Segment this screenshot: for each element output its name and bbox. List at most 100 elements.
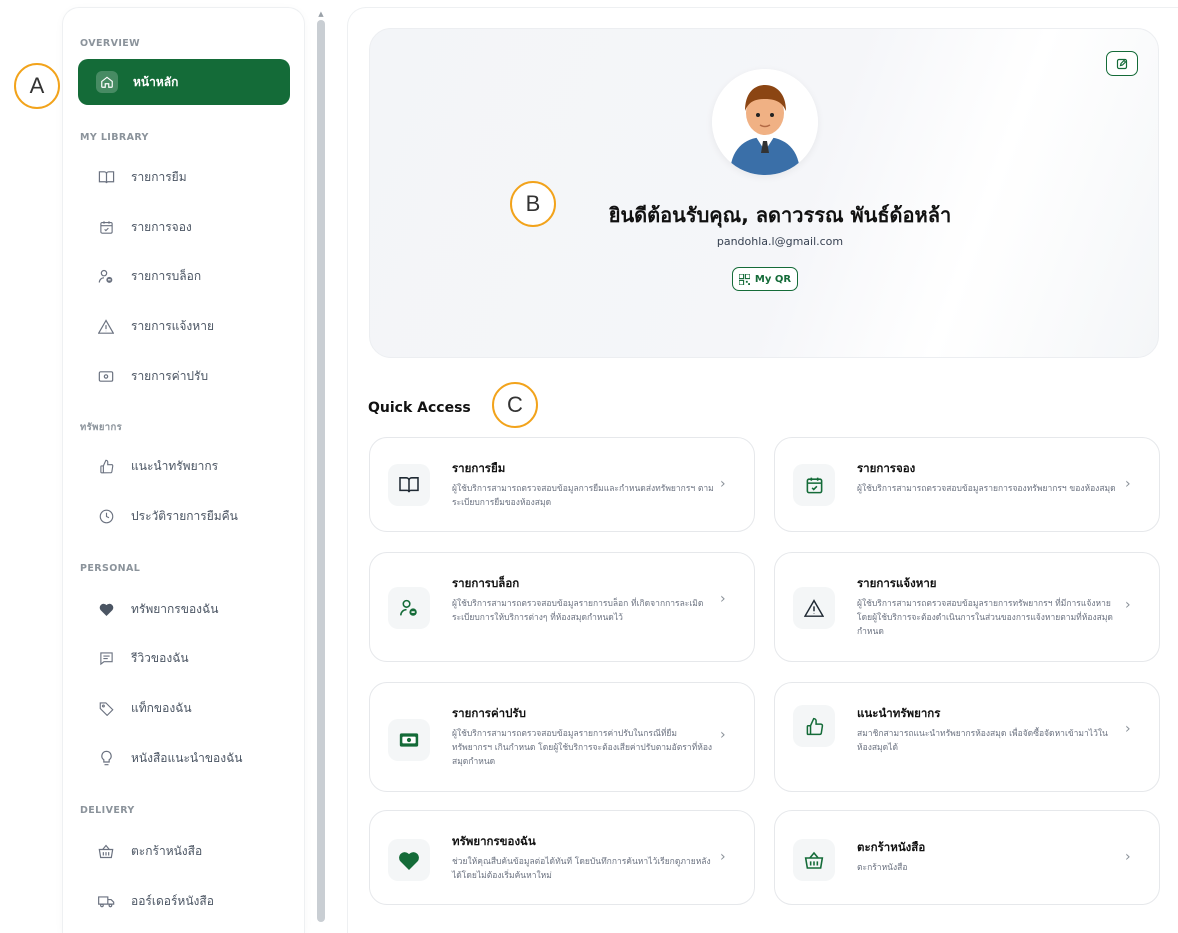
quick-card-fine[interactable]: รายการค่าปรับ ผู้ใช้บริการสามารถตรวจสอบข…: [369, 682, 755, 792]
sidebar-item-orders[interactable]: ออร์เดอร์หนังสือ: [78, 878, 290, 924]
card-title: ตะกร้าหนังสือ: [857, 840, 926, 854]
book-icon: [388, 464, 430, 506]
chevron-right-icon: ›: [720, 476, 726, 492]
sidebar-item-fine[interactable]: รายการค่าปรับ: [78, 353, 290, 399]
section-label-personal: PERSONAL: [80, 563, 141, 574]
money-icon: [96, 366, 116, 386]
sidebar-item-label: แนะนำทรัพยากร: [131, 458, 219, 473]
section-label-overview: OVERVIEW: [80, 38, 141, 49]
quick-card-lost[interactable]: รายการแจ้งหาย ผู้ใช้บริการสามารถตรวจสอบข…: [774, 552, 1160, 662]
warning-icon: [793, 587, 835, 629]
thumbs-up-icon: [793, 705, 835, 747]
edit-icon: [1116, 58, 1128, 69]
sidebar-item-borrow[interactable]: รายการยืม: [78, 154, 290, 200]
quick-card-recommend[interactable]: แนะนำทรัพยากร สมาชิกสามารถแนะนำทรัพยากรห…: [774, 682, 1160, 792]
sidebar-item-label: ทรัพยากรของฉัน: [131, 601, 219, 616]
chevron-right-icon: ›: [1125, 597, 1131, 613]
my-qr-button[interactable]: My QR: [732, 267, 798, 291]
sidebar-item-reviews[interactable]: รีวิวของฉัน: [78, 635, 290, 681]
sidebar-item-label: หนังสือแนะนำของฉัน: [131, 750, 243, 765]
sidebar-item-label: รายการแจ้งหาย: [131, 318, 214, 333]
sidebar-item-label: แท็กของฉัน: [131, 700, 192, 715]
calendar-check-icon: [793, 464, 835, 506]
card-description: ช่วยให้คุณสืบค้นข้อมูลต่อได้ทันที โดยบัน…: [452, 857, 711, 881]
card-title: แนะนำทรัพยากร: [857, 706, 941, 720]
sidebar-item-tags[interactable]: แท็กของฉัน: [78, 685, 290, 731]
card-title: ทรัพยากรของฉัน: [452, 834, 536, 848]
comment-icon: [96, 648, 116, 668]
sidebar-item-reserve[interactable]: รายการจอง: [78, 204, 290, 250]
card-description: ผู้ใช้บริการสามารถตรวจสอบข้อมูลรายการจอง…: [857, 484, 1116, 494]
annotation-marker-a: A: [14, 63, 60, 109]
quick-card-borrow[interactable]: รายการยืม ผู้ใช้บริการสามารถตรวจสอบข้อมู…: [369, 437, 755, 532]
welcome-heading: ยินดีต้อนรับคุณ, ลดาวรรณ พันธ์ด้อหล้า: [608, 203, 952, 227]
chevron-right-icon: ›: [1125, 476, 1131, 492]
card-title: รายการบล็อก: [452, 576, 520, 590]
card-description: สมาชิกสามารถแนะนำทรัพยากรห้องสมุด เพื่อจ…: [857, 729, 1108, 753]
thumbs-up-icon: [96, 456, 116, 476]
sidebar-item-label: รายการบล็อก: [131, 268, 202, 283]
sidebar-item-my-recommended-books[interactable]: หนังสือแนะนำของฉัน: [78, 735, 290, 781]
sidebar-item-label: รีวิวของฉัน: [131, 650, 189, 665]
sidebar-item-label: ออร์เดอร์หนังสือ: [131, 893, 214, 908]
card-description: ผู้ใช้บริการสามารถตรวจสอบข้อมูลรายการทรั…: [857, 599, 1113, 637]
edit-profile-button[interactable]: [1106, 51, 1138, 76]
user-block-icon: [388, 587, 430, 629]
page: OVERVIEW หน้าหลัก MY LIBRARY รายการยืม ร…: [0, 0, 1178, 933]
scroll-up-arrow-icon[interactable]: ▲: [317, 10, 325, 18]
sidebar-item-history[interactable]: ประวัติรายการยืมคืน: [78, 493, 290, 539]
main-content: ยินดีต้อนรับคุณ, ลดาวรรณ พันธ์ด้อหล้า pa…: [348, 8, 1178, 933]
chevron-right-icon: ›: [720, 727, 726, 743]
sidebar-item-block[interactable]: รายการบล็อก: [78, 253, 290, 299]
chevron-right-icon: ›: [1125, 849, 1131, 865]
sidebar-item-label: ตะกร้าหนังสือ: [131, 843, 203, 858]
sidebar: OVERVIEW หน้าหลัก MY LIBRARY รายการยืม ร…: [63, 8, 304, 933]
user-avatar-icon: [712, 69, 818, 175]
sidebar-item-home[interactable]: หน้าหลัก: [78, 59, 290, 105]
card-title: รายการจอง: [857, 461, 916, 475]
home-icon: [96, 71, 118, 93]
heart-icon: [96, 599, 116, 619]
quick-access-title: Quick Access: [368, 400, 471, 416]
sidebar-item-basket[interactable]: ตะกร้าหนังสือ: [78, 828, 290, 874]
section-label-resources: ทรัพยากร: [80, 422, 123, 433]
sidebar-item-recommend[interactable]: แนะนำทรัพยากร: [78, 443, 290, 489]
user-block-icon: [96, 266, 116, 286]
quick-card-block[interactable]: รายการบล็อก ผู้ใช้บริการสามารถตรวจสอบข้อ…: [369, 552, 755, 662]
quick-card-my-resources[interactable]: ทรัพยากรของฉัน ช่วยให้คุณสืบค้นข้อมูลต่อ…: [369, 810, 755, 905]
card-description: ตะกร้าหนังสือ: [857, 863, 908, 873]
sidebar-scrollbar[interactable]: ▲: [317, 10, 325, 922]
scrollbar-thumb[interactable]: [317, 20, 325, 922]
clock-icon: [96, 506, 116, 526]
chevron-right-icon: ›: [720, 591, 726, 607]
warning-icon: [96, 316, 116, 336]
card-description: ผู้ใช้บริการสามารถตรวจสอบข้อมูลรายการบล็…: [452, 599, 704, 623]
card-title: รายการแจ้งหาย: [857, 576, 937, 590]
chevron-right-icon: ›: [720, 849, 726, 865]
annotation-marker-c: C: [492, 382, 538, 428]
truck-icon: [96, 891, 116, 911]
card-description: ผู้ใช้บริการสามารถตรวจสอบข้อมูลการยืมและ…: [452, 484, 714, 508]
quick-card-basket[interactable]: ตะกร้าหนังสือ ตะกร้าหนังสือ ›: [774, 810, 1160, 905]
basket-icon: [793, 839, 835, 881]
sidebar-item-my-resources[interactable]: ทรัพยากรของฉัน: [78, 586, 290, 632]
section-label-delivery: DELIVERY: [80, 805, 135, 816]
quick-card-reserve[interactable]: รายการจอง ผู้ใช้บริการสามารถตรวจสอบข้อมู…: [774, 437, 1160, 532]
tag-icon: [96, 698, 116, 718]
lightbulb-icon: [96, 748, 116, 768]
my-qr-label: My QR: [754, 273, 792, 285]
money-icon: [388, 719, 430, 761]
user-email: pandohla.l@gmail.com: [716, 235, 844, 248]
section-label-my-library: MY LIBRARY: [80, 132, 149, 143]
qr-code-icon: [738, 273, 750, 285]
sidebar-item-label: รายการจอง: [131, 219, 192, 234]
sidebar-item-label: ประวัติรายการยืมคืน: [131, 508, 238, 523]
calendar-check-icon: [96, 217, 116, 237]
card-title: รายการค่าปรับ: [452, 706, 526, 720]
card-title: รายการยืม: [452, 461, 506, 475]
sidebar-item-label: รายการยืม: [131, 169, 187, 184]
basket-icon: [96, 841, 116, 861]
sidebar-item-lost[interactable]: รายการแจ้งหาย: [78, 303, 290, 349]
chevron-right-icon: ›: [1125, 721, 1131, 737]
avatar: [712, 69, 818, 175]
